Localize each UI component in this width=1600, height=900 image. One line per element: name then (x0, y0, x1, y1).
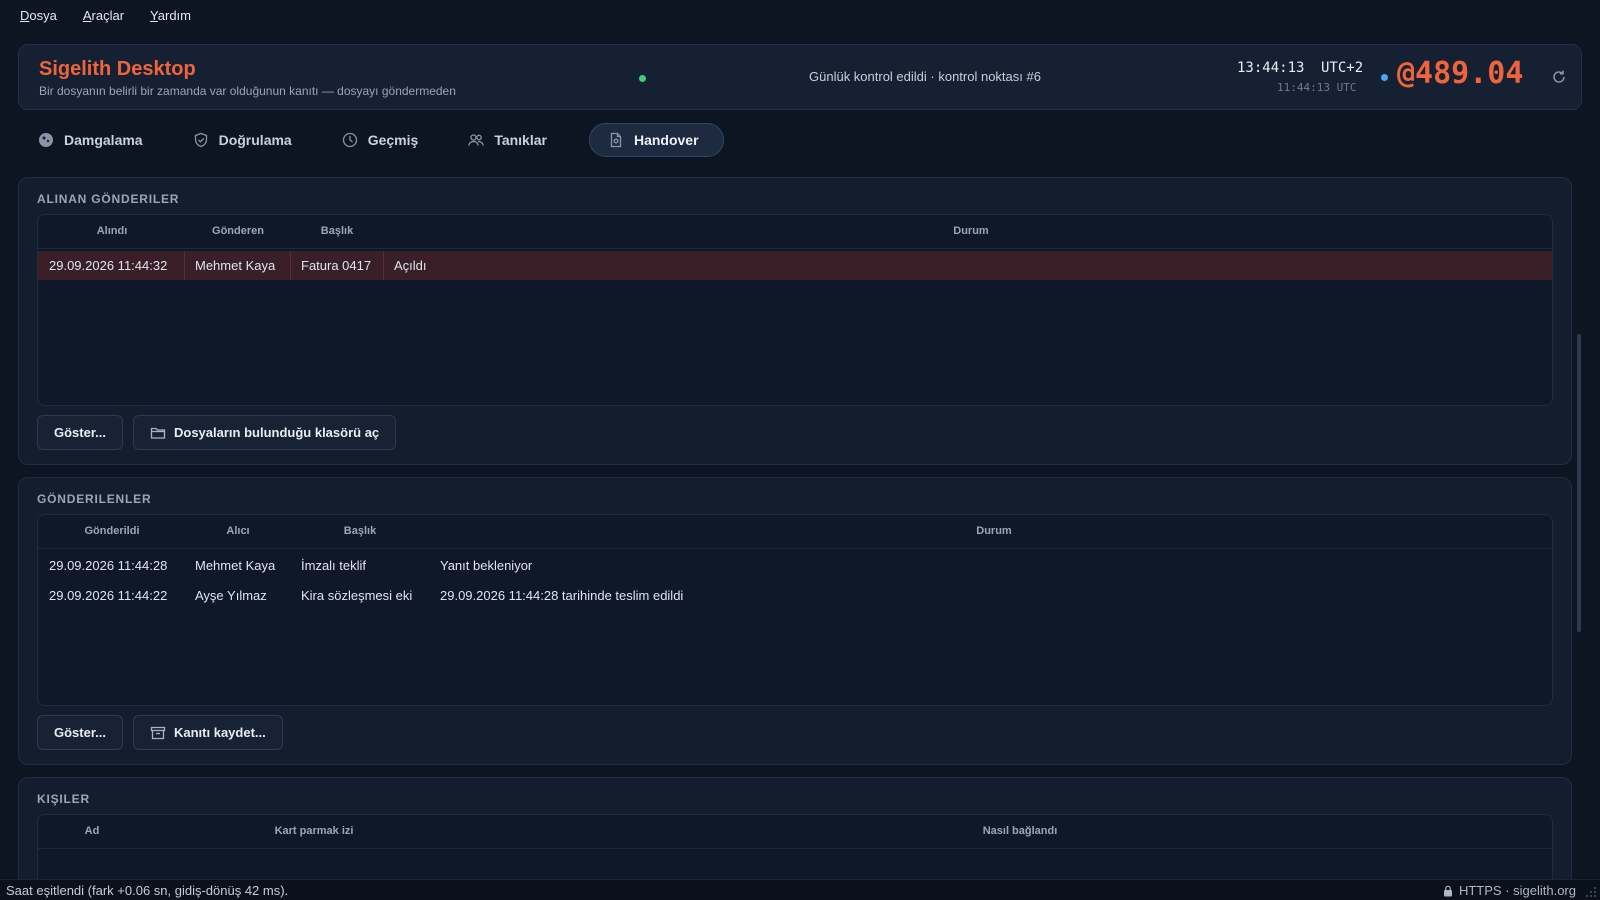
connection-info: HTTPS · sigelith.org (1442, 883, 1576, 898)
tab-damgalama[interactable]: Damgalama (30, 123, 161, 157)
refresh-icon[interactable] (1549, 67, 1569, 87)
tab-taniklar[interactable]: Tanıklar (460, 123, 565, 157)
lock-icon (1443, 885, 1452, 896)
table-row[interactable]: 29.09.2026 11:44:32 Mehmet Kaya Fatura 0… (38, 251, 1552, 280)
column-header[interactable]: Gönderildi (85, 525, 140, 537)
column-header[interactable]: Başlık (344, 525, 376, 537)
table-row[interactable]: 29.09.2026 11:44:22 Ayşe Yılmaz Kira söz… (38, 581, 1552, 610)
button-label: Göster... (54, 725, 107, 740)
button-label: Göster... (54, 425, 107, 440)
section-title: ALINAN GÖNDERILER (37, 192, 180, 206)
column-header[interactable]: Alıcı (226, 525, 249, 537)
contacts-section: KIŞILER Ad Kart parmak izi Nasıl bağland… (18, 777, 1572, 894)
tab-label: Damgalama (64, 132, 143, 148)
document-icon (610, 132, 622, 148)
save-proof-button[interactable]: Kanıtı kaydet... (133, 715, 283, 750)
tab-gecmis[interactable]: Geçmiş (334, 123, 437, 157)
menu-help[interactable]: Yardım (150, 8, 191, 23)
tab-handover[interactable]: Handover (588, 123, 724, 157)
table-row[interactable]: 29.09.2026 11:44:28 Mehmet Kaya İmzalı t… (38, 551, 1552, 580)
menu-file[interactable]: Dosya (20, 8, 57, 23)
resize-grip-icon[interactable] (1585, 886, 1597, 898)
log-status-text: Günlük kontrol edildi · kontrol noktası … (809, 69, 1041, 84)
sent-table: Gönderildi Alıcı Başlık Durum 29.09.2026… (37, 514, 1553, 706)
table-header: Gönderildi Alıcı Başlık Durum (38, 515, 1552, 549)
sent-date: 29.09.2026 11:44:22 (49, 588, 168, 603)
app-header: Sigelith Desktop Bir dosyanın belirli bi… (18, 44, 1582, 110)
menu-bar: Dosya Araçlar Yardım (0, 0, 1600, 30)
received-status: Açıldı (394, 258, 427, 273)
button-label: Kanıtı kaydet... (174, 725, 266, 740)
clock-icon (342, 132, 357, 148)
status-indicator-icon (639, 75, 646, 82)
main-tabs: Damgalama Doğrulama Geçmiş Tanıklar Hand… (30, 123, 748, 157)
received-section: ALINAN GÖNDERILER Alındı Gönderen Başlık… (18, 177, 1572, 465)
sent-title: İmzalı teklif (301, 558, 367, 573)
sent-status: Yanıt bekleniyor (440, 558, 533, 573)
received-table: Alındı Gönderen Başlık Durum 29.09.2026 … (37, 214, 1553, 406)
button-label: Dosyaların bulunduğu klasörü aç (174, 425, 380, 440)
sent-section: GÖNDERILENLER Gönderildi Alıcı Başlık Du… (18, 477, 1572, 765)
local-time: 13:44:13 (1237, 60, 1305, 76)
sent-recipient: Ayşe Yılmaz (195, 588, 267, 603)
archive-icon (150, 726, 166, 739)
main-scrollbar[interactable] (1574, 176, 1584, 860)
menu-tools[interactable]: Araçlar (83, 8, 124, 23)
shield-icon (194, 132, 207, 148)
received-sender: Mehmet Kaya (195, 258, 276, 273)
column-header[interactable]: Gönderen (212, 225, 264, 237)
tab-label: Doğrulama (218, 132, 292, 148)
sent-date: 29.09.2026 11:44:28 (49, 558, 168, 573)
utc-time: 11:44:13 UTC (1277, 81, 1357, 94)
column-header[interactable]: Durum (976, 525, 1011, 537)
received-date: 29.09.2026 11:44:32 (49, 258, 168, 273)
table-header: Ad Kart parmak izi Nasıl bağlandı (38, 815, 1552, 849)
open-folder-button[interactable]: Dosyaların bulunduğu klasörü aç (133, 415, 397, 450)
users-icon (468, 134, 484, 146)
section-title: GÖNDERILENLER (37, 492, 152, 506)
sent-status: 29.09.2026 11:44:28 tarihinde teslim edi… (440, 588, 684, 603)
status-bar: Saat eşitlendi (fark +0.06 sn, gidiş-dön… (0, 879, 1600, 900)
timezone-label: UTC+2 (1321, 60, 1364, 76)
column-header[interactable]: Kart parmak izi (275, 825, 354, 837)
received-show-button[interactable]: Göster... (37, 415, 123, 450)
stamp-icon (39, 133, 53, 147)
connection-label: HTTPS · sigelith.org (1458, 883, 1576, 898)
app-title: Sigelith Desktop (39, 58, 196, 80)
sent-title: Kira sözleşmesi eki (301, 588, 413, 603)
scroll-thumb[interactable] (1577, 334, 1581, 632)
beat-counter: @489.04 (1397, 56, 1524, 91)
section-title: KIŞILER (37, 792, 90, 806)
sent-show-button[interactable]: Göster... (37, 715, 123, 750)
table-header: Alındı Gönderen Başlık Durum (38, 215, 1552, 249)
received-title: Fatura 0417 (301, 258, 372, 273)
sync-indicator-icon (1381, 74, 1388, 81)
column-header[interactable]: Alındı (97, 225, 128, 237)
folder-icon (150, 427, 166, 439)
column-header[interactable]: Ad (85, 825, 100, 837)
tab-dogrulama[interactable]: Doğrulama (185, 123, 310, 157)
tab-label: Tanıklar (494, 132, 547, 148)
column-header[interactable]: Başlık (321, 225, 353, 237)
tab-label: Handover (633, 132, 699, 148)
column-header[interactable]: Nasıl bağlandı (983, 825, 1058, 837)
column-header[interactable]: Durum (953, 225, 988, 237)
clock-sync-status: Saat eşitlendi (fark +0.06 sn, gidiş-dön… (6, 883, 289, 898)
sent-recipient: Mehmet Kaya (195, 558, 276, 573)
app-subtitle: Bir dosyanın belirli bir zamanda var old… (39, 84, 456, 98)
tab-label: Geçmiş (367, 132, 419, 148)
